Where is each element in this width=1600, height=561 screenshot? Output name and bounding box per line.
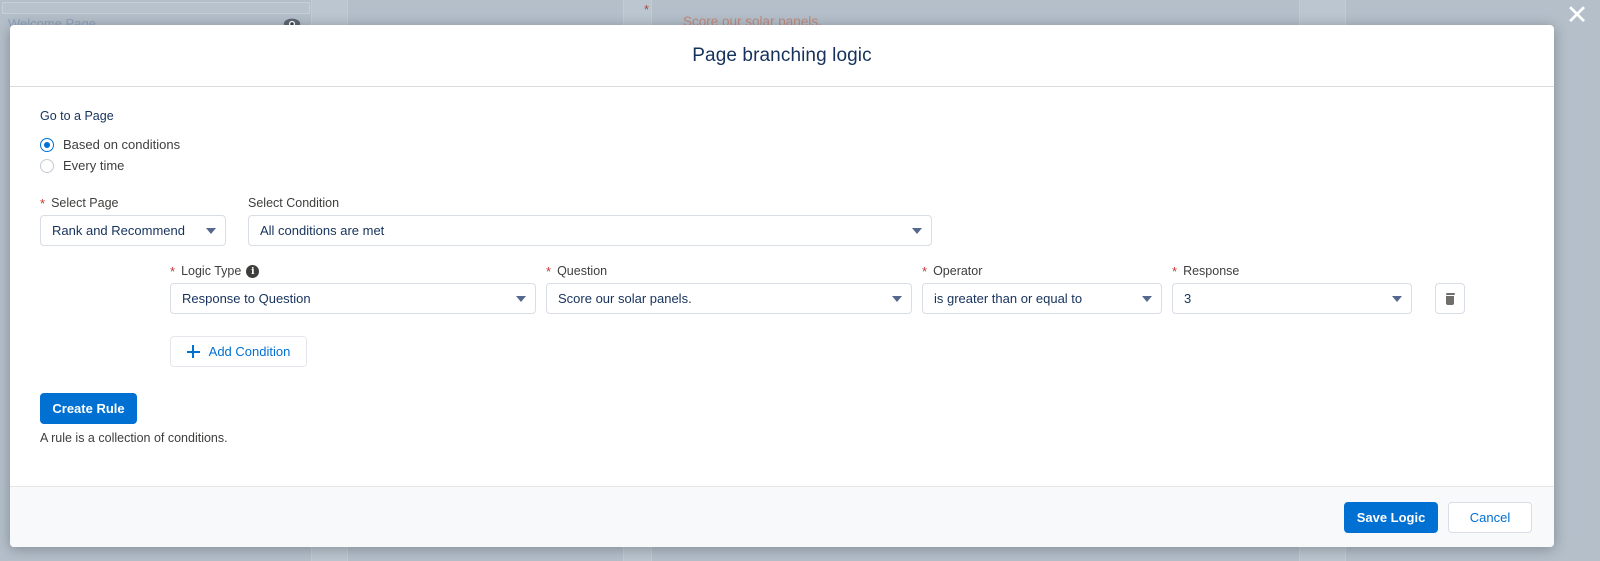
operator-required-marker: * bbox=[922, 263, 928, 279]
select-page-required-marker: * bbox=[40, 195, 46, 211]
response-label: * Response bbox=[1172, 264, 1412, 278]
radio-every-time-label: Every time bbox=[63, 158, 125, 173]
question-label: * Question bbox=[546, 264, 912, 278]
add-condition-label: Add Condition bbox=[208, 344, 291, 359]
logic-type-label-text: Logic Type bbox=[181, 264, 242, 278]
logic-type-label: * Logic Type i bbox=[170, 264, 536, 278]
select-page-value: Rank and Recommend bbox=[52, 223, 185, 238]
response-dropdown[interactable]: 3 bbox=[1172, 283, 1412, 314]
page-branching-logic-modal: Page branching logic Go to a Page Based … bbox=[10, 25, 1554, 547]
question-label-text: Question bbox=[557, 264, 608, 278]
create-rule-button[interactable]: Create Rule bbox=[40, 393, 137, 424]
modal-body: Go to a Page Based on conditions Every t… bbox=[10, 87, 1554, 486]
select-condition-value: All conditions are met bbox=[260, 223, 385, 238]
radio-based-on-conditions-label: Based on conditions bbox=[63, 137, 181, 152]
delete-condition-button[interactable] bbox=[1435, 283, 1465, 314]
radio-dot-selected-icon[interactable] bbox=[40, 137, 54, 152]
select-condition-field: Select Condition All conditions are met bbox=[248, 196, 932, 246]
logic-type-value: Response to Question bbox=[182, 291, 311, 306]
modal-title: Page branching logic bbox=[692, 44, 872, 66]
select-condition-label-text: Select Condition bbox=[248, 196, 340, 210]
modal-footer: Save Logic Cancel bbox=[10, 486, 1554, 547]
chevron-down-icon bbox=[516, 295, 526, 302]
response-required-marker: * bbox=[1172, 263, 1178, 279]
question-value: Score our solar panels. bbox=[558, 291, 692, 306]
save-logic-button[interactable]: Save Logic bbox=[1344, 501, 1438, 533]
chevron-down-icon bbox=[912, 227, 922, 234]
logic-type-required-marker: * bbox=[170, 263, 176, 279]
operator-label-text: Operator bbox=[933, 264, 983, 278]
select-condition-label: Select Condition bbox=[248, 196, 932, 210]
cancel-button[interactable]: Cancel bbox=[1448, 501, 1532, 533]
add-condition-button[interactable]: Add Condition bbox=[170, 336, 307, 367]
operator-field: * Operator is greater than or equal to bbox=[922, 264, 1162, 314]
radio-based-on-conditions[interactable]: Based on conditions bbox=[40, 134, 1524, 155]
response-value: 3 bbox=[1184, 291, 1192, 306]
create-rule-section: Create Rule A rule is a collection of co… bbox=[40, 393, 1524, 445]
radio-dot-unselected-icon[interactable] bbox=[40, 158, 54, 173]
plus-icon bbox=[186, 345, 200, 358]
logic-type-field: * Logic Type i Response to Question bbox=[170, 264, 536, 314]
select-page-field: * Select Page Rank and Recommend bbox=[40, 196, 226, 246]
background-card-strip bbox=[2, 2, 310, 14]
go-to-page-label: Go to a Page bbox=[40, 109, 114, 123]
chevron-down-icon bbox=[892, 295, 902, 302]
background-required-marker: * bbox=[644, 2, 650, 17]
radio-every-time[interactable]: Every time bbox=[40, 155, 1524, 176]
operator-label: * Operator bbox=[922, 264, 1162, 278]
page-and-condition-row: * Select Page Rank and Recommend Select … bbox=[40, 196, 1524, 246]
chevron-down-icon bbox=[1142, 295, 1152, 302]
condition-row: * Logic Type i Response to Question * Qu… bbox=[170, 264, 1524, 314]
trash-icon bbox=[1445, 292, 1456, 305]
question-field: * Question Score our solar panels. bbox=[546, 264, 912, 314]
operator-value: is greater than or equal to bbox=[934, 291, 1083, 306]
question-dropdown[interactable]: Score our solar panels. bbox=[546, 283, 912, 314]
close-icon[interactable]: ✕ bbox=[1562, 2, 1592, 32]
chevron-down-icon bbox=[1392, 295, 1402, 302]
select-page-dropdown[interactable]: Rank and Recommend bbox=[40, 215, 226, 246]
chevron-down-icon bbox=[206, 227, 216, 234]
rule-helper-text: A rule is a collection of conditions. bbox=[40, 431, 228, 445]
select-condition-dropdown[interactable]: All conditions are met bbox=[248, 215, 932, 246]
response-field: * Response 3 bbox=[1172, 264, 1412, 314]
select-page-label: * Select Page bbox=[40, 196, 226, 210]
response-label-text: Response bbox=[1183, 264, 1240, 278]
modal-header: Page branching logic bbox=[10, 25, 1554, 87]
operator-dropdown[interactable]: is greater than or equal to bbox=[922, 283, 1162, 314]
go-to-page-radio-group: Based on conditions Every time bbox=[40, 134, 1524, 176]
info-circle-icon[interactable]: i bbox=[246, 264, 260, 278]
logic-type-dropdown[interactable]: Response to Question bbox=[170, 283, 536, 314]
select-page-label-text: Select Page bbox=[51, 196, 119, 210]
question-required-marker: * bbox=[546, 263, 552, 279]
